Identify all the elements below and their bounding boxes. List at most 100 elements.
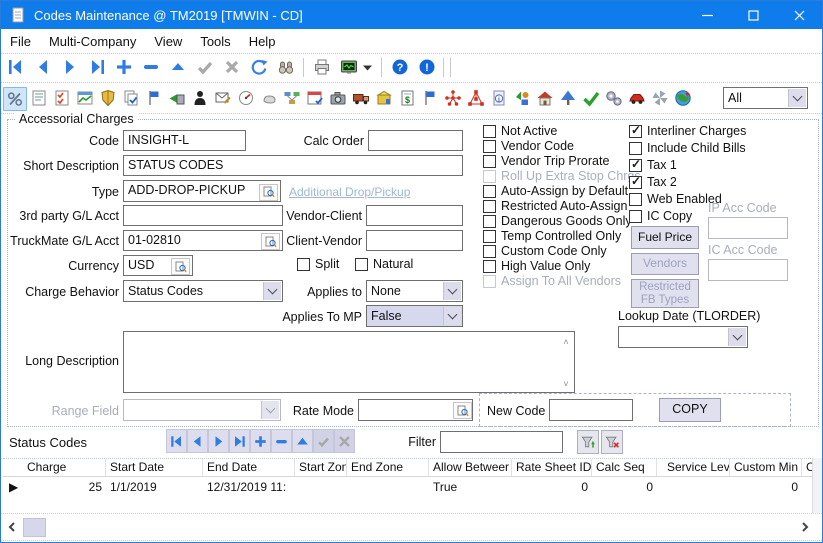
equipment-icon[interactable] [350,87,372,109]
grid-header-start-date[interactable]: Start Date [106,459,203,476]
terminal-icon[interactable] [534,87,556,109]
third-party-gl-field[interactable] [123,205,283,226]
short-description-field[interactable]: STATUS CODES [123,155,463,176]
copy-button[interactable]: COPY [659,398,721,422]
calendar-icon[interactable] [304,87,326,109]
cell-rate-sheet-id[interactable]: 0 [512,479,592,495]
car-icon[interactable] [626,87,648,109]
split-checkbox[interactable]: Split [297,257,339,271]
include-child-bills-checkbox[interactable]: Include Child Bills [629,141,746,155]
natural-checkbox[interactable]: Natural [355,257,413,271]
restricted-auto-assign-checkbox[interactable]: Restricted Auto-Assign [483,199,627,213]
rates-icon[interactable] [373,87,395,109]
grid-header-charge[interactable]: Charge [23,459,106,476]
accessorial-charges-icon[interactable] [3,87,27,111]
auto-assign-default-checkbox[interactable]: Auto-Assign by Default [483,184,628,198]
client-vendor-field[interactable] [366,230,463,251]
network2-icon[interactable] [465,87,487,109]
chevron-down-icon[interactable] [263,282,281,300]
fb-network-icon[interactable] [442,87,464,109]
cell-calc-seq[interactable]: 0 [592,479,657,495]
menu-file[interactable]: File [1,34,40,49]
menu-view[interactable]: View [145,34,191,49]
search-icon[interactable] [275,56,297,78]
cell-start-zone[interactable] [295,479,347,495]
tree-icon[interactable] [557,87,579,109]
scroll-left-icon[interactable] [5,519,19,535]
chart-icon[interactable] [74,87,96,109]
chevron-down-icon[interactable] [728,328,746,346]
pinwheel-icon[interactable] [649,87,671,109]
cancel-edit-icon[interactable] [221,56,243,78]
charge-behavior-select[interactable]: Status Codes [123,280,283,302]
calc-order-field[interactable] [368,130,463,151]
lookup-date-select[interactable] [618,326,748,348]
notes-icon[interactable] [28,87,50,109]
high-value-checkbox[interactable]: High Value Only [483,259,590,273]
help-icon[interactable]: ? [389,56,411,78]
mail-icon[interactable] [212,87,234,109]
scrollbar-thumb[interactable] [23,518,46,537]
memo-scroll-up-icon[interactable]: ˄ [561,337,571,347]
info-icon[interactable]: ! [416,56,438,78]
long-description-field[interactable] [123,331,575,393]
rate-mode-lookup-icon[interactable] [453,402,472,419]
currency-field[interactable]: USD [123,255,193,276]
truckmate-gl-field[interactable]: 01-02810 [123,230,283,251]
vendor-client-field[interactable] [366,205,463,226]
tax1-checkbox[interactable]: Tax 1 [629,158,677,172]
grid-delete-record-icon[interactable] [271,429,292,453]
fuel-price-button[interactable]: Fuel Price [631,226,699,249]
shield-icon[interactable] [97,87,119,109]
flag-icon[interactable] [143,87,165,109]
grid-vertical-scrollbar[interactable] [812,458,822,513]
grid-prior-record-icon[interactable] [187,429,208,453]
chevron-down-icon[interactable] [443,307,461,325]
approve-icon[interactable] [580,87,602,109]
grid-header-service-level[interactable]: Service Leve [657,459,730,476]
custom-code-checkbox[interactable]: Custom Code Only [483,244,607,258]
dispatch-icon[interactable] [281,87,303,109]
cell-allow-between[interactable]: True [429,479,512,495]
minimize-button[interactable] [684,1,730,29]
chevron-down-icon[interactable] [788,89,806,107]
inbound-icon[interactable] [166,87,188,109]
dangerous-goods-checkbox[interactable]: Dangerous Goods Only [483,214,632,228]
maximize-button[interactable] [730,1,776,29]
clear-filter-icon[interactable] [601,430,623,454]
code-field[interactable]: INSIGHT-L [123,130,246,151]
grid-last-record-icon[interactable] [229,429,250,453]
grid-first-record-icon[interactable] [166,429,187,453]
chevron-down-icon[interactable] [443,282,461,300]
menu-help[interactable]: Help [240,34,285,49]
document-info-icon[interactable]: i [488,87,510,109]
grid-header-rate-sheet-id[interactable]: Rate Sheet ID [512,459,592,476]
grid-header-start-zone[interactable]: Start Zone [295,459,347,476]
grid-header-calc-seq[interactable]: Calc Seq [592,459,657,476]
grid-edit-record-icon[interactable] [292,429,313,453]
gauge-icon[interactable] [235,87,257,109]
interliner-charges-checkbox[interactable]: Interliner Charges [629,124,746,138]
close-button[interactable] [776,1,822,29]
tax2-checkbox[interactable]: Tax 2 [629,175,677,189]
cell-service-level[interactable] [657,479,730,495]
ic-copy-checkbox[interactable]: IC Copy [629,209,692,223]
edit-record-icon[interactable] [167,56,189,78]
temp-controlled-checkbox[interactable]: Temp Controlled Only [483,229,621,243]
currency-lookup-icon[interactable] [171,258,190,275]
post-edit-icon[interactable] [194,56,216,78]
next-record-icon[interactable] [59,56,81,78]
monitor-dropdown-icon[interactable] [361,56,373,78]
print-icon[interactable] [311,56,333,78]
insert-record-icon[interactable] [113,56,135,78]
type-field[interactable]: ADD-DROP-PICKUP [123,180,281,202]
grid-insert-record-icon[interactable] [250,429,271,453]
applies-to-select[interactable]: None [366,280,463,302]
cell-custom-min[interactable]: 0 [730,479,802,495]
hook-icon[interactable] [258,87,280,109]
grid-next-record-icon[interactable] [208,429,229,453]
flag2-icon[interactable] [419,87,441,109]
menu-tools[interactable]: Tools [191,34,239,49]
grid-header-allow-between[interactable]: Allow Betweer [429,459,512,476]
memo-scroll-down-icon[interactable]: ˅ [561,379,571,389]
